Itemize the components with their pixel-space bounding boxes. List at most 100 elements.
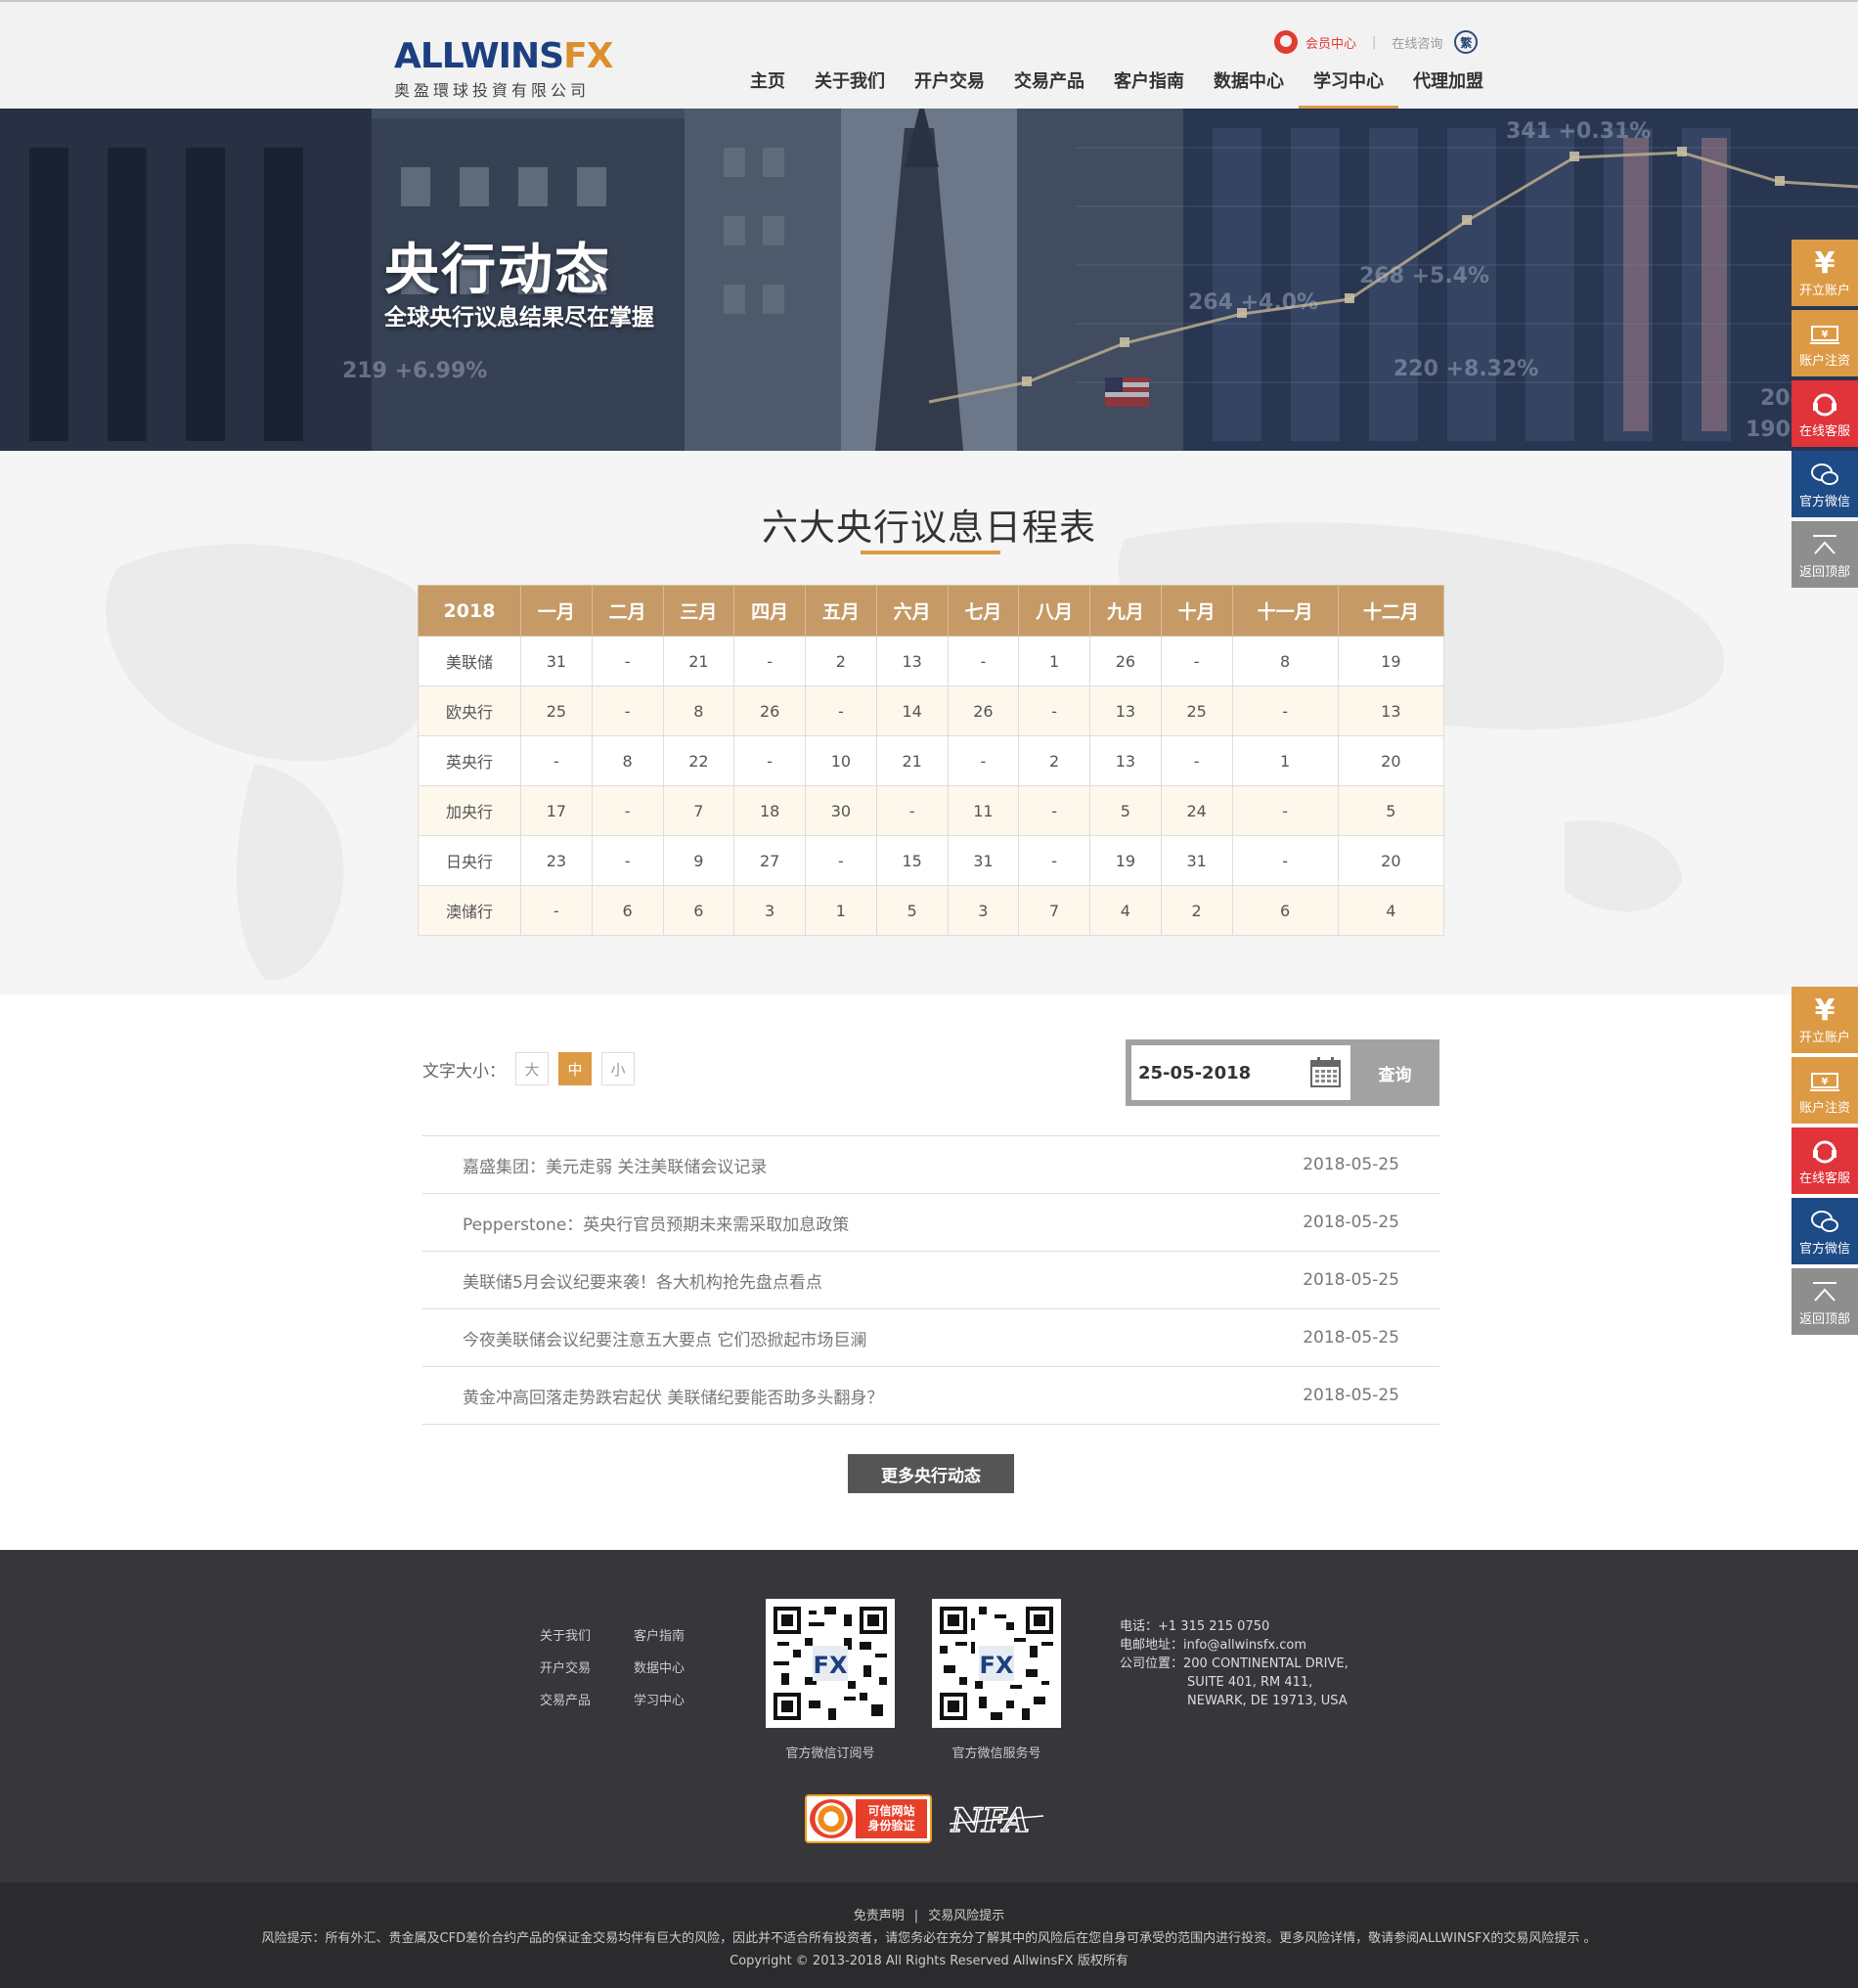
more-news-button[interactable]: 更多央行动态	[848, 1454, 1014, 1493]
trust-badge-subtitle: 身份验证	[867, 1819, 915, 1833]
query-button[interactable]: 查询	[1350, 1039, 1439, 1106]
table-cell: 2	[805, 636, 877, 686]
nav-guide[interactable]: 客户指南	[1099, 61, 1199, 109]
footer-link-about[interactable]: 关于我们	[540, 1625, 634, 1644]
list-item[interactable]: Pepperstone：英央行官员预期未来需采取加息政策 2018-05-25	[422, 1194, 1439, 1252]
footer-link-learning[interactable]: 学习中心	[634, 1690, 728, 1708]
trusted-site-badge[interactable]: 可信网站 身份验证	[805, 1794, 932, 1843]
table-cell: 19	[1089, 835, 1162, 886]
trust-badge-title: 可信网站	[867, 1804, 915, 1818]
table-cell: 20	[1337, 835, 1445, 886]
table-cell: 22	[662, 735, 735, 786]
nav-products[interactable]: 交易产品	[999, 61, 1099, 109]
wechat-shortcut[interactable]: 官方微信	[1792, 1198, 1858, 1264]
back-to-top-shortcut[interactable]: 返回顶部	[1792, 521, 1858, 588]
user-icon[interactable]	[1274, 30, 1298, 54]
nfa-logo[interactable]: NFA	[948, 1794, 1045, 1843]
online-service-shortcut[interactable]: 在线客服	[1792, 1127, 1858, 1194]
font-size-large-button[interactable]: 大	[515, 1052, 549, 1085]
table-cell: 2	[1160, 885, 1233, 936]
risk-warning-link[interactable]: 交易风险提示	[928, 1909, 1004, 1923]
qr-center-logo: FX	[980, 1652, 1014, 1679]
list-item[interactable]: 嘉盛集团：美元走弱 关注美联储会议记录 2018-05-25	[422, 1136, 1439, 1194]
month-header: 七月	[947, 585, 1020, 637]
news-title[interactable]: 嘉盛集团：美元走弱 关注美联储会议记录	[463, 1153, 767, 1177]
table-row: 澳储行 -6 6 3 1 5 3 7 4 2 6 4	[418, 885, 1445, 936]
footer-link-products[interactable]: 交易产品	[540, 1690, 634, 1708]
yen-icon: ¥	[1814, 993, 1836, 1028]
contact-email[interactable]: 电邮地址：info@allwinsfx.com	[1120, 1636, 1349, 1655]
bank-name: 欧央行	[418, 685, 521, 736]
news-list: 嘉盛集团：美元走弱 关注美联储会议记录 2018-05-25 Peppersto…	[422, 1135, 1439, 1425]
table-cell: -	[1160, 636, 1233, 686]
allwinsfx-logo[interactable]: ALLWINSFX 奥盈環球投資有限公司	[394, 36, 613, 101]
table-cell: 24	[1160, 785, 1233, 836]
footer-bottom: 免责声明 | 交易风险提示 风险提示：所有外汇、贵金属及CFD差价合约产品的保证金交…	[0, 1882, 1858, 1988]
news-date: 2018-05-25	[1303, 1328, 1399, 1347]
table-cell: 1	[805, 885, 877, 936]
nav-data-center[interactable]: 数据中心	[1199, 61, 1299, 109]
table-cell: 4	[1089, 885, 1162, 936]
table-cell: 1	[1231, 735, 1339, 786]
nav-about[interactable]: 关于我们	[800, 61, 900, 109]
wechat-icon	[1810, 1207, 1839, 1238]
open-account-shortcut[interactable]: ¥ 开立账户	[1792, 240, 1858, 306]
font-size-medium-button[interactable]: 中	[558, 1052, 592, 1085]
online-consult-link[interactable]: 在线咨询	[1392, 33, 1442, 52]
footer-link-data-center[interactable]: 数据中心	[634, 1657, 728, 1676]
bank-name: 加央行	[418, 785, 521, 836]
online-service-shortcut[interactable]: 在线客服	[1792, 380, 1858, 447]
list-item[interactable]: 黄金冲高回落走势跌宕起伏 美联储纪要能否助多头翻身？ 2018-05-25	[422, 1367, 1439, 1425]
wechat-subscription-qr-code: FX	[766, 1599, 895, 1728]
logo-fx: FX	[563, 36, 613, 76]
table-cell: 6	[591, 885, 664, 936]
table-cell: 18	[733, 785, 806, 836]
footer-link-guide[interactable]: 客户指南	[634, 1625, 728, 1644]
back-to-top-shortcut[interactable]: 返回顶部	[1792, 1268, 1858, 1335]
font-size-label: 文字大小：	[422, 1061, 506, 1082]
month-header: 二月	[591, 585, 664, 637]
nav-home[interactable]: 主页	[735, 61, 800, 109]
calendar-icon[interactable]	[1309, 1056, 1342, 1088]
font-size-small-button[interactable]: 小	[601, 1052, 635, 1085]
central-bank-schedule-table: 2018 一月 二月 三月 四月 五月 六月 七月 八月 九月 十月 十一月 十…	[418, 585, 1445, 936]
table-cell: -	[1231, 785, 1339, 836]
month-header: 四月	[733, 585, 806, 637]
table-cell: 21	[875, 735, 949, 786]
card-icon-glyph: ¥	[1822, 330, 1829, 340]
nav-learning-center[interactable]: 学习中心	[1299, 61, 1398, 109]
fund-account-shortcut[interactable]: ¥ 账户注资	[1792, 1057, 1858, 1124]
month-header: 十二月	[1337, 585, 1445, 637]
month-header: 六月	[875, 585, 949, 637]
table-cell: 8	[662, 685, 735, 736]
traditional-chinese-toggle[interactable]: 繁	[1454, 30, 1479, 54]
open-account-shortcut[interactable]: ¥ 开立账户	[1792, 987, 1858, 1053]
footer-link-open-account[interactable]: 开户交易	[540, 1657, 634, 1676]
table-cell: 9	[662, 835, 735, 886]
list-item[interactable]: 美联储5月会议纪要来袭！各大机构抢先盘点看点 2018-05-25	[422, 1252, 1439, 1309]
wechat-service-qr-code: FX	[932, 1599, 1061, 1728]
list-item[interactable]: 今夜美联储会议纪要注意五大要点 它们恐掀起市场巨澜 2018-05-25	[422, 1309, 1439, 1367]
back-top-icon	[1811, 1277, 1838, 1308]
table-cell: -	[591, 685, 664, 736]
shortcut-label: 官方微信	[1798, 1241, 1850, 1257]
nav-open-account[interactable]: 开户交易	[900, 61, 999, 109]
news-title[interactable]: 黄金冲高回落走势跌宕起伏 美联储纪要能否助多头翻身？	[463, 1384, 883, 1408]
shortcut-label: 账户注资	[1798, 1100, 1850, 1116]
table-cell: -	[805, 685, 877, 736]
nav-agent[interactable]: 代理加盟	[1398, 61, 1498, 109]
month-header: 五月	[805, 585, 877, 637]
table-cell: -	[1231, 685, 1339, 736]
member-center-link[interactable]: 会员中心	[1305, 33, 1356, 52]
table-cell: -	[1160, 735, 1233, 786]
month-header: 三月	[662, 585, 735, 637]
news-title[interactable]: 美联储5月会议纪要来袭！各大机构抢先盘点看点	[463, 1268, 822, 1293]
table-cell: 2	[1018, 735, 1090, 786]
fund-account-shortcut[interactable]: ¥ 账户注资	[1792, 310, 1858, 376]
bank-name: 英央行	[418, 735, 521, 786]
disclaimer-link[interactable]: 免责声明	[854, 1909, 905, 1923]
wechat-shortcut[interactable]: 官方微信	[1792, 451, 1858, 517]
schedule-section: 六大央行议息日程表 2018 一月 二月 三月 四月 五月 六月 七月 八月 九…	[0, 451, 1858, 994]
news-title[interactable]: Pepperstone：英央行官员预期未来需采取加息政策	[463, 1211, 849, 1235]
news-title[interactable]: 今夜美联储会议纪要注意五大要点 它们恐掀起市场巨澜	[463, 1326, 866, 1350]
